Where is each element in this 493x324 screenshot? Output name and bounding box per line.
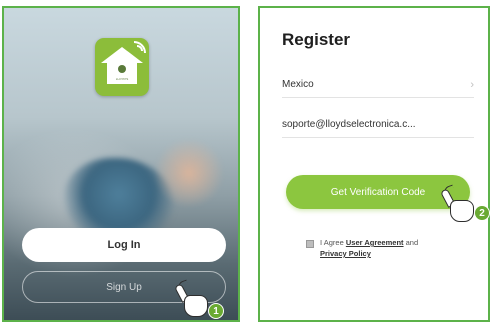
app-logo-icon: LLOYD'S bbox=[95, 38, 149, 96]
login-screen: LLOYD'S Log In Sign Up bbox=[2, 6, 240, 322]
email-value: soporte@lloydselectronica.c... bbox=[282, 119, 416, 130]
background-photo-face bbox=[154, 138, 224, 208]
agree-checkbox[interactable] bbox=[306, 240, 314, 248]
chevron-right-icon: › bbox=[470, 78, 474, 91]
step-badge-2: 2 bbox=[474, 205, 490, 221]
agree-prefix: I Agree bbox=[320, 238, 346, 247]
country-select[interactable]: Mexico › bbox=[282, 72, 474, 98]
agreement-row: I Agree User Agreement and Privacy Polic… bbox=[306, 237, 476, 259]
step-badge-1: 1 bbox=[208, 303, 224, 319]
logo-dot-icon bbox=[118, 65, 126, 73]
agree-mid: and bbox=[403, 238, 419, 247]
tap-hand-icon bbox=[174, 279, 212, 319]
house-roof-icon bbox=[101, 47, 143, 63]
privacy-policy-link[interactable]: Privacy Policy bbox=[320, 249, 371, 258]
hand-palm-icon bbox=[450, 200, 474, 222]
logo-brand-text: LLOYD'S bbox=[115, 77, 129, 81]
email-field[interactable]: soporte@lloydselectronica.c... bbox=[282, 112, 474, 138]
agreement-text: I Agree User Agreement and Privacy Polic… bbox=[320, 237, 418, 259]
user-agreement-link[interactable]: User Agreement bbox=[346, 238, 404, 247]
tap-hand-icon bbox=[440, 184, 478, 224]
register-screen: Register Mexico › soporte@lloydselectron… bbox=[258, 6, 490, 322]
login-button[interactable]: Log In bbox=[22, 228, 226, 262]
country-value: Mexico bbox=[282, 79, 314, 90]
page-title: Register bbox=[282, 30, 351, 49]
hand-palm-icon bbox=[184, 295, 208, 317]
